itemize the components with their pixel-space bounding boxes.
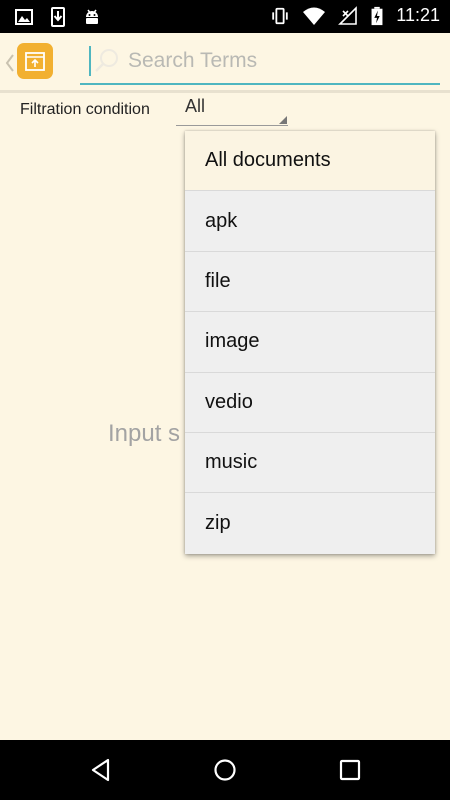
android-icon bbox=[86, 9, 98, 24]
recents-icon[interactable] bbox=[337, 757, 363, 783]
search-bar[interactable] bbox=[80, 41, 440, 85]
folder-upload-icon bbox=[25, 52, 45, 71]
dropdown-option-label: zip bbox=[205, 512, 231, 535]
status-bar-notifications bbox=[14, 7, 102, 27]
dropdown-option-label: apk bbox=[205, 209, 238, 232]
dropdown-option[interactable]: apk bbox=[185, 191, 435, 252]
dropdown-option[interactable]: All documents bbox=[185, 131, 435, 192]
status-bar-system: 11:21 bbox=[270, 5, 440, 26]
empty-state-hint: Input s bbox=[108, 420, 181, 447]
navigation-bar bbox=[0, 740, 450, 800]
up-navigation-icon[interactable] bbox=[5, 53, 15, 73]
filter-dropdown[interactable]: All bbox=[176, 94, 288, 126]
dropdown-option-label: file bbox=[205, 269, 231, 292]
image-icon bbox=[15, 9, 33, 25]
dropdown-option-label: vedio bbox=[205, 390, 253, 413]
dropdown-option[interactable]: music bbox=[185, 433, 435, 494]
dropdown-arrow-icon bbox=[279, 116, 287, 124]
status-time: 11:21 bbox=[396, 5, 440, 25]
dropdown-option-label: All documents bbox=[205, 149, 331, 172]
dropdown-option-label: music bbox=[205, 451, 258, 474]
dropdown-option[interactable]: file bbox=[185, 252, 435, 313]
dropdown-option-label: image bbox=[205, 330, 260, 353]
text-cursor bbox=[89, 46, 91, 76]
app-logo[interactable] bbox=[17, 43, 53, 79]
home-icon[interactable] bbox=[212, 757, 238, 783]
filter-options-menu: All documents apk file image vedio music zip bbox=[185, 131, 435, 554]
search-input[interactable] bbox=[128, 45, 428, 77]
filter-selected-value: All bbox=[185, 96, 206, 116]
no-signal-icon bbox=[338, 5, 358, 25]
dropdown-option[interactable]: image bbox=[185, 312, 435, 373]
download-icon bbox=[51, 7, 65, 27]
vibrate-icon bbox=[272, 7, 289, 24]
app-bar bbox=[0, 33, 450, 91]
search-icon bbox=[95, 49, 118, 72]
status-bar: 11:21 bbox=[0, 0, 450, 33]
battery-charging-icon bbox=[371, 6, 383, 25]
dropdown-option[interactable]: zip bbox=[185, 493, 435, 553]
divider bbox=[0, 90, 450, 93]
wifi-icon bbox=[303, 7, 326, 25]
filter-label: Filtration condition bbox=[20, 101, 150, 118]
dropdown-option[interactable]: vedio bbox=[185, 373, 435, 433]
back-icon[interactable] bbox=[88, 757, 114, 783]
